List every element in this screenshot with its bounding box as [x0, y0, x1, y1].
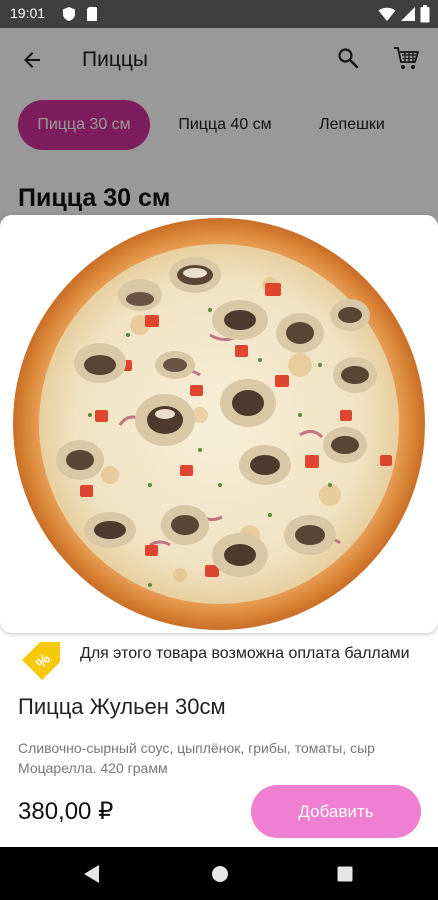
- nav-recents-icon[interactable]: [337, 866, 353, 882]
- nav-back-icon[interactable]: [83, 864, 101, 884]
- discount-tag-icon: %: [22, 642, 60, 680]
- product-description: Сливочно-сырный соус, цыплёнок, грибы, т…: [18, 740, 375, 776]
- nav-home-icon[interactable]: [211, 865, 229, 883]
- system-nav-bar: [0, 847, 438, 900]
- status-bar: 19:01: [0, 0, 438, 28]
- wifi-icon: [378, 7, 396, 21]
- product-image-card: [0, 215, 438, 633]
- status-time: 19:01: [10, 5, 46, 21]
- sim-card-icon: [87, 7, 97, 21]
- product-price: 380,00 ₽: [18, 798, 114, 825]
- add-to-cart-button[interactable]: Добавить: [251, 785, 421, 838]
- battery-icon: [420, 5, 430, 23]
- product-name: Пицца Жульен 30см: [18, 694, 226, 719]
- signal-icon: [401, 7, 415, 21]
- bonus-payment-text: Для этого товара возможна оплата баллами: [80, 645, 410, 662]
- shield-icon: [63, 7, 75, 21]
- mushroom-pizza-image: [13, 218, 425, 630]
